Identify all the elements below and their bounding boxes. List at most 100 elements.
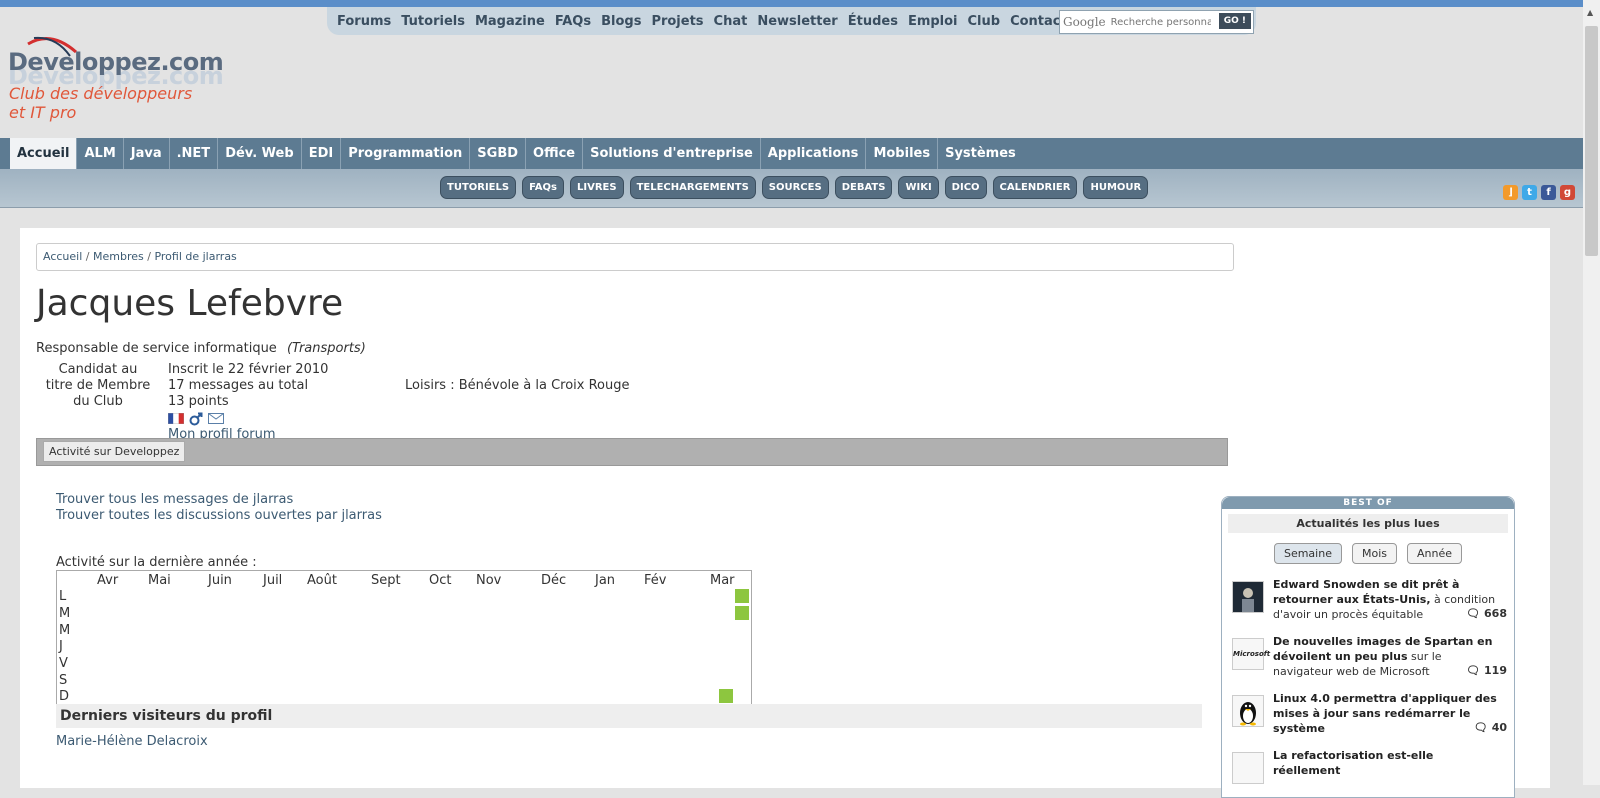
sub-nav-dico[interactable]: DICO xyxy=(944,176,987,199)
sub-nav-calendrier[interactable]: CALENDRIER xyxy=(992,176,1078,199)
scrollbar-thumb[interactable] xyxy=(1585,26,1598,256)
heatmap-month: Avr xyxy=(97,573,119,588)
breadcrumb-profil[interactable]: Profil de jlarras xyxy=(154,250,236,263)
profile-points: 13 points xyxy=(168,394,229,409)
sub-nav-faqs[interactable]: FAQs xyxy=(522,176,564,199)
search-go-button[interactable]: GO ! xyxy=(1218,13,1251,29)
heatmap-month: Déc xyxy=(541,573,567,588)
main-nav-accueil[interactable]: Accueil xyxy=(10,138,78,169)
main-nav-alm[interactable]: ALM xyxy=(77,138,124,169)
sub-nav-debats[interactable]: DEBATS xyxy=(834,176,893,199)
news-title[interactable]: La refactorisation est-elle réellement xyxy=(1273,749,1433,777)
sub-nav-livres[interactable]: LIVRES xyxy=(569,176,624,199)
email-icon[interactable] xyxy=(208,413,224,424)
search-input[interactable] xyxy=(1108,15,1213,29)
top-nav-etudes[interactable]: Études xyxy=(848,14,898,29)
breadcrumb: Accueil / Membres / Profil de jlarras xyxy=(36,243,1234,271)
heatmap-day: J xyxy=(59,639,63,654)
activity-title: Activité sur la dernière année : xyxy=(56,555,257,570)
find-messages-link[interactable]: Trouver tous les messages de jlarras xyxy=(56,492,382,508)
visitors-header: Derniers visiteurs du profil xyxy=(56,704,1202,728)
top-nav-forums[interactable]: Forums xyxy=(337,14,391,29)
heatmap-cell-active xyxy=(719,689,733,703)
google-plus-icon[interactable]: g xyxy=(1560,185,1575,200)
bestof-panel: BEST OF Actualités les plus lues Semaine… xyxy=(1221,496,1515,798)
profile-name: Jacques Lefebvre xyxy=(36,283,344,324)
heatmap-day: L xyxy=(59,589,67,604)
heatmap-month: Août xyxy=(307,573,337,588)
breadcrumb-membres[interactable]: Membres xyxy=(93,250,144,263)
main-nav-solutions[interactable]: Solutions d'entreprise xyxy=(583,138,761,169)
breadcrumb-accueil[interactable]: Accueil xyxy=(43,250,82,263)
logo-brand: Developpez.com xyxy=(8,48,224,76)
news-title[interactable]: Linux 4.0 permettra d'appliquer des mise… xyxy=(1273,692,1497,735)
activity-links: Trouver tous les messages de jlarras Tro… xyxy=(56,492,382,524)
bestof-month-button[interactable]: Mois xyxy=(1351,543,1397,564)
heatmap-month: Oct xyxy=(429,573,452,588)
find-discussions-link[interactable]: Trouver toutes les discussions ouvertes … xyxy=(56,508,382,524)
scroll-up-arrow-icon[interactable]: ▲ xyxy=(1587,8,1593,17)
top-nav-chat[interactable]: Chat xyxy=(714,14,748,29)
main-nav-mobiles[interactable]: Mobiles xyxy=(866,138,939,169)
top-nav-newsletter[interactable]: Newsletter xyxy=(757,14,837,29)
bestof-week-button[interactable]: Semaine xyxy=(1273,543,1342,564)
heatmap-month: Juin xyxy=(208,573,232,588)
twitter-icon[interactable]: t xyxy=(1522,185,1537,200)
rss-icon[interactable]: ⌋ xyxy=(1503,185,1518,200)
news-thumbnail xyxy=(1232,581,1264,613)
main-nav-sgbd[interactable]: SGBD xyxy=(470,138,527,169)
bestof-subtitle: Actualités les plus lues xyxy=(1228,514,1508,533)
logo-tagline-2: et IT pro xyxy=(9,103,77,122)
sub-nav-sources[interactable]: SOURCES xyxy=(761,176,829,199)
sub-nav-humour[interactable]: HUMOUR xyxy=(1083,176,1149,199)
comment-count-value: 40 xyxy=(1491,721,1507,734)
profile-loisirs: Loisirs : Bénévole à la Croix Rouge xyxy=(405,378,630,393)
main-nav-edi[interactable]: EDI xyxy=(302,138,342,169)
top-nav-tutoriels[interactable]: Tutoriels xyxy=(401,14,465,29)
sub-nav-telechargements[interactable]: TELECHARGEMENTS xyxy=(629,176,756,199)
main-nav-programmation[interactable]: Programmation xyxy=(341,138,471,169)
profile-info: Inscrit le 22 février 2010 17 messages a… xyxy=(168,362,328,443)
heatmap-day: S xyxy=(59,673,68,688)
gender-male-icon xyxy=(189,412,203,425)
activity-heatmap: Avr Mai Juin Juil Août Sept Oct Nov Déc … xyxy=(56,570,752,706)
main-nav-java[interactable]: Java xyxy=(124,138,170,169)
news-thumbnail xyxy=(1232,752,1264,784)
tab-activite[interactable]: Activité sur Developpez xyxy=(43,441,186,462)
logo-tagline-1: Club des développeurs xyxy=(9,84,193,103)
bestof-header: BEST OF xyxy=(1222,497,1514,509)
heatmap-month: Mai xyxy=(148,573,171,588)
bestof-year-button[interactable]: Année xyxy=(1407,543,1463,564)
site-logo[interactable]: Developpez.com Developpez.com Club des d… xyxy=(6,36,224,126)
sub-nav-wiki[interactable]: WIKI xyxy=(898,176,939,199)
top-nav-club[interactable]: Club xyxy=(968,14,1001,29)
browser-bookmarks-strip xyxy=(0,0,1600,7)
profile-job: Responsable de service informatique (Tra… xyxy=(36,341,366,356)
top-nav-emploi[interactable]: Emploi xyxy=(908,14,958,29)
google-logo: Google xyxy=(1063,15,1106,29)
visitor-link[interactable]: Marie-Hélène Delacroix xyxy=(56,734,208,749)
main-nav-applications[interactable]: Applications xyxy=(761,138,867,169)
main-navigation: Accueil ALM Java .NET Dév. Web EDI Progr… xyxy=(0,138,1583,169)
main-nav-office[interactable]: Office xyxy=(526,138,584,169)
top-nav-blogs[interactable]: Blogs xyxy=(601,14,641,29)
top-navigation: Forums Tutoriels Magazine FAQs Blogs Pro… xyxy=(327,7,1256,35)
main-nav-dev-web[interactable]: Dév. Web xyxy=(218,138,302,169)
heatmap-day: M xyxy=(59,606,71,621)
comment-count: 🗨 119 xyxy=(1466,664,1507,677)
facebook-icon[interactable]: f xyxy=(1541,185,1556,200)
heatmap-month: Juil xyxy=(263,573,283,588)
comment-icon: 🗨 xyxy=(1466,607,1481,620)
main-nav-systemes[interactable]: Systèmes xyxy=(938,138,1023,169)
page-scrollbar[interactable]: ▲ xyxy=(1583,0,1600,785)
google-search-box: Google GO ! xyxy=(1059,10,1254,34)
top-nav-faqs[interactable]: FAQs xyxy=(555,14,591,29)
sub-nav-tutoriels[interactable]: TUTORIELS xyxy=(440,176,517,199)
news-thumbnail xyxy=(1232,695,1264,727)
top-nav-projets[interactable]: Projets xyxy=(651,14,703,29)
sub-navigation: TUTORIELS FAQs LIVRES TELECHARGEMENTS SO… xyxy=(0,169,1583,208)
news-title[interactable]: De nouvelles images de Spartan en dévoil… xyxy=(1273,635,1492,663)
top-nav-magazine[interactable]: Magazine xyxy=(475,14,545,29)
main-nav-dotnet[interactable]: .NET xyxy=(170,138,219,169)
comment-count: 🗨 40 xyxy=(1474,721,1507,734)
